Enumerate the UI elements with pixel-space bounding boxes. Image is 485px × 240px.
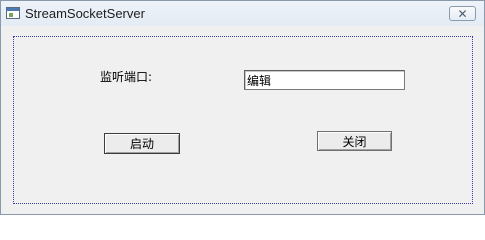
dialog-client-area: 监听端口: 启动 关闭 (1, 26, 484, 214)
focus-frame (13, 36, 473, 204)
title-bar[interactable]: StreamSocketServer ✕ (1, 1, 484, 26)
window-title: StreamSocketServer (25, 6, 145, 21)
app-icon (6, 7, 20, 19)
port-input[interactable] (244, 70, 405, 90)
port-label: 监听端口: (100, 70, 153, 84)
start-button[interactable]: 启动 (104, 133, 180, 154)
close-icon: ✕ (457, 6, 468, 21)
close-button[interactable]: 关闭 (317, 131, 392, 151)
app-window: StreamSocketServer ✕ 监听端口: 启动 关闭 (0, 0, 485, 215)
window-close-button[interactable]: ✕ (449, 6, 476, 21)
